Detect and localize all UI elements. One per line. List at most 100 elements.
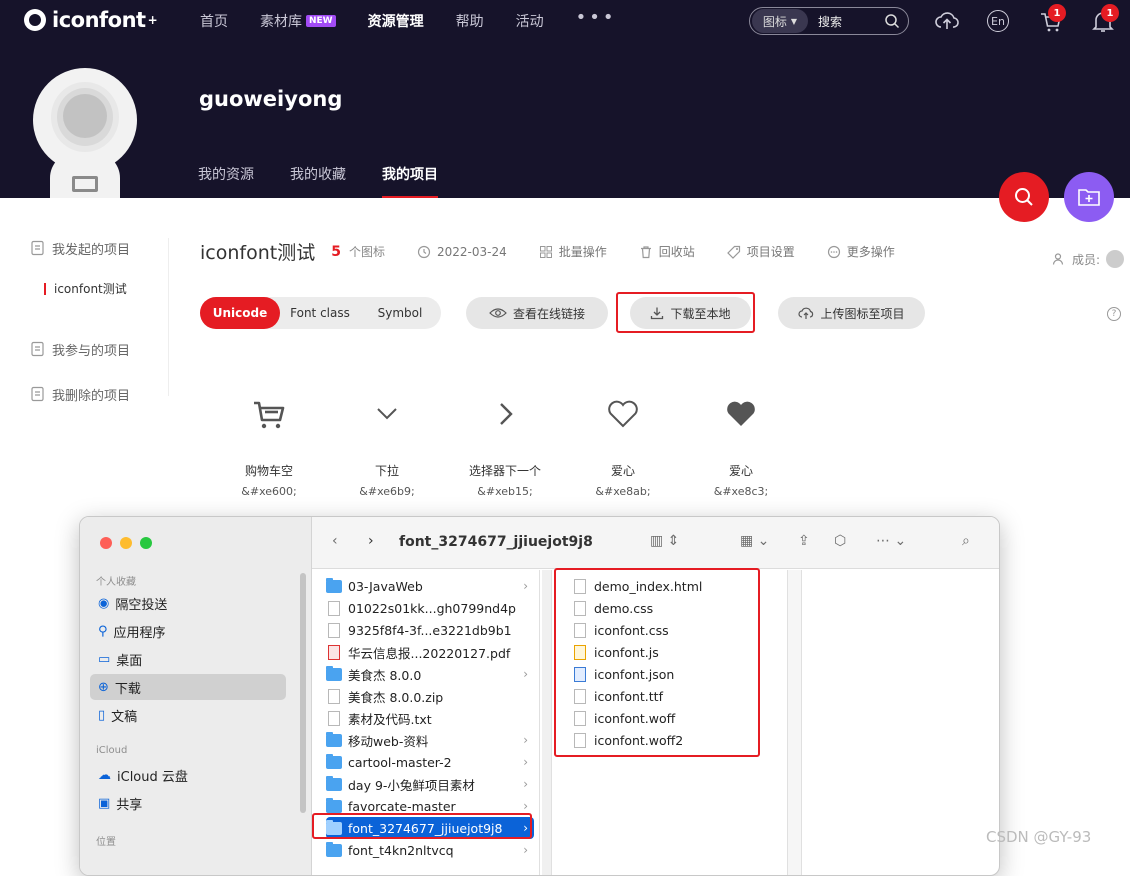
search-box[interactable]: 图标 ▼ 搜索: [749, 7, 909, 35]
tag-icon: [726, 245, 740, 259]
iconfont-logo[interactable]: iconfont +: [24, 8, 158, 32]
mode-unicode[interactable]: Unicode: [200, 297, 280, 329]
sidebar-item-desktop[interactable]: ▭ 桌面: [90, 646, 286, 672]
project-settings-action[interactable]: 项目设置: [726, 243, 795, 260]
group-icon[interactable]: ▦ ⌄: [740, 533, 769, 549]
column-scrollbar[interactable]: [542, 570, 552, 875]
folder-row[interactable]: 03-JavaWeb ›: [326, 575, 534, 597]
close-button[interactable]: [100, 537, 112, 549]
new-project-fab[interactable]: [1064, 172, 1114, 222]
document-icon: [31, 240, 44, 256]
folder-row[interactable]: day 9-小兔鲜项目素材 ›: [326, 773, 534, 795]
airdrop-icon: ◉: [98, 595, 110, 611]
file-row[interactable]: 01022s01kk...gh0799nd4p: [326, 597, 534, 619]
column-view-icon[interactable]: ▥ ⇕: [650, 533, 679, 549]
item-name: 03-JavaWeb: [348, 578, 423, 594]
sidebar-item-deleted-projects[interactable]: 我删除的项目: [30, 384, 170, 404]
search-icon[interactable]: ⌕: [962, 533, 970, 549]
file-row[interactable]: 华云信息报...20220127.pdf: [326, 641, 534, 663]
nav-materials[interactable]: 素材库 NEW: [260, 11, 336, 31]
folder-row[interactable]: 美食杰 8.0.0 ›: [326, 663, 534, 685]
batch-action[interactable]: 批量操作: [539, 243, 607, 260]
sidebar-item-created-projects[interactable]: 我发起的项目: [30, 238, 170, 258]
sidebar-item-downloads[interactable]: ⊕ 下载: [90, 674, 286, 700]
forward-icon[interactable]: ›: [368, 533, 374, 549]
search-fab[interactable]: [999, 172, 1049, 222]
icon-card[interactable]: 选择器下一个 &#xeb15;: [446, 392, 564, 498]
search-icon[interactable]: [884, 13, 900, 29]
minimize-button[interactable]: [120, 537, 132, 549]
sidebar-scrollbar[interactable]: [300, 573, 306, 813]
sidebar-item-iconfont-test[interactable]: iconfont测试: [44, 280, 170, 297]
mode-symbol[interactable]: Symbol: [360, 297, 440, 329]
eye-icon: [489, 308, 507, 318]
tab-my-favorites[interactable]: 我的收藏: [290, 164, 346, 198]
file-row[interactable]: 素材及代码.txt: [326, 707, 534, 729]
watermark: CSDN @GY-93: [986, 828, 1092, 846]
profile-tabs: 我的资源 我的收藏 我的项目: [198, 164, 474, 198]
icon-card[interactable]: 爱心 &#xe8ab;: [564, 392, 682, 498]
folder-row[interactable]: 移动web-资料 ›: [326, 729, 534, 751]
folder-icon: [326, 577, 342, 593]
folder-row[interactable]: font_t4kn2nltvcq ›: [326, 839, 534, 861]
icon-card[interactable]: 下拉 &#xe6b9;: [328, 392, 446, 498]
files-highlight-box: [554, 568, 760, 757]
avatar-body: [50, 152, 120, 198]
search-type-select[interactable]: 图标 ▼: [752, 9, 808, 33]
project-sidebar: 我发起的项目 iconfont测试 我参与的项目 我删除的项目: [30, 238, 170, 404]
chevron-right-icon: ›: [523, 799, 528, 813]
search-input[interactable]: 搜索: [818, 13, 884, 30]
icon-card[interactable]: 爱心 &#xe8c3;: [682, 392, 800, 498]
file-row[interactable]: 9325f8f4-3f...e3221db9b1: [326, 619, 534, 641]
sidebar-item-documents[interactable]: ▯ 文稿: [90, 702, 286, 728]
recycle-bin-action[interactable]: 回收站: [639, 243, 695, 260]
file-row[interactable]: 美食杰 8.0.0.zip: [326, 685, 534, 707]
sidebar-item-applications[interactable]: ⚲ 应用程序: [90, 618, 286, 644]
nav-help[interactable]: 帮助: [456, 11, 484, 31]
sidebar-item-airdrop[interactable]: ◉ 隔空投送: [90, 590, 286, 616]
more-actions[interactable]: 更多操作: [827, 243, 895, 260]
mode-font-class[interactable]: Font class: [280, 297, 360, 329]
icon-name: 选择器下一个: [468, 464, 541, 478]
chevron-right-icon: ›: [523, 777, 528, 791]
folder-row[interactable]: cartool-master-2 ›: [326, 751, 534, 773]
sidebar-item-joined-projects[interactable]: 我参与的项目: [30, 339, 170, 359]
zoom-button[interactable]: [140, 537, 152, 549]
help-icon[interactable]: ?: [1107, 307, 1121, 321]
item-name: 美食杰 8.0.0.zip: [348, 689, 444, 705]
column-scrollbar[interactable]: [788, 570, 802, 875]
share-icon[interactable]: ⇪: [798, 533, 810, 549]
item-name: 移动web-资料: [348, 733, 429, 749]
member-avatar[interactable]: [1106, 250, 1125, 268]
back-icon[interactable]: ‹: [332, 533, 338, 549]
nav-resources[interactable]: 资源管理: [368, 11, 424, 31]
folder-icon: [326, 775, 342, 791]
icloud-label: iCloud: [96, 745, 128, 756]
download-circle-icon: ⊕: [98, 679, 109, 695]
view-online-link-button[interactable]: 查看在线链接: [466, 297, 608, 329]
upload-to-project-button[interactable]: 上传图标至项目: [778, 297, 925, 329]
desktop-icon: ▭: [98, 651, 111, 667]
trash-icon: [640, 245, 651, 258]
item-name: 01022s01kk...gh0799nd4p: [348, 600, 516, 616]
folder-icon: [326, 665, 342, 681]
tab-my-resources[interactable]: 我的资源: [198, 164, 254, 198]
upload-cloud-icon[interactable]: [934, 8, 960, 34]
folder-icon: [326, 731, 342, 747]
nav-activity[interactable]: 活动: [516, 11, 544, 31]
icon-card[interactable]: 购物车空 &#xe600;: [210, 392, 328, 498]
icon-name: 爱心: [610, 464, 635, 478]
nav-home[interactable]: 首页: [200, 11, 228, 31]
members[interactable]: 成员:: [1052, 250, 1125, 268]
nav-more[interactable]: •••: [576, 7, 617, 28]
more-circle-icon: [827, 245, 840, 258]
more-actions-icon[interactable]: ⋯ ⌄: [876, 533, 906, 549]
tab-my-projects[interactable]: 我的项目: [382, 164, 438, 198]
sidebar-item-shared[interactable]: ▣ 共享: [90, 790, 286, 816]
item-name: 9325f8f4-3f...e3221db9b1: [348, 622, 512, 638]
tag-icon[interactable]: ⬡: [834, 533, 846, 549]
language-toggle[interactable]: En: [987, 10, 1009, 32]
heart-filled-icon: [727, 401, 755, 426]
sidebar-item-icloud-drive[interactable]: ☁ iCloud 云盘: [90, 762, 286, 788]
project-header: iconfont测试 5 个图标 2022-03-24 批量操作 回收站 项目设…: [200, 238, 895, 265]
